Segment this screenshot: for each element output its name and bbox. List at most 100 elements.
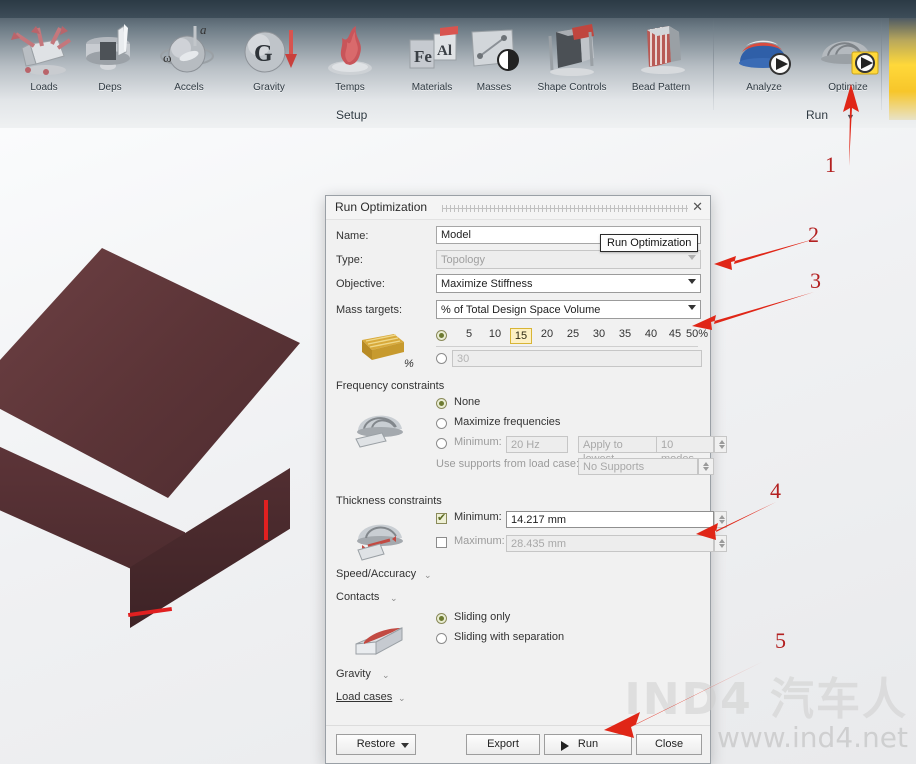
- ribbon-separator-1: [713, 18, 714, 110]
- type-field-wrap: Topology: [436, 250, 701, 269]
- restore-button[interactable]: Restore: [336, 734, 416, 755]
- block-top-face: [0, 248, 300, 498]
- objective-field-wrap: Maximize Stiffness: [436, 274, 701, 293]
- chevron-down-icon[interactable]: [401, 743, 409, 748]
- annotation-number-1: 1: [825, 152, 836, 177]
- export-button[interactable]: Export: [466, 734, 540, 755]
- radio-icon[interactable]: [436, 438, 447, 449]
- section-load-cases-label: Load cases: [336, 691, 393, 703]
- frequency-option-minimum[interactable]: Minimum: 20 Hz Apply to lowest 10 modes: [436, 435, 727, 465]
- frequency-modes-stepper[interactable]: [714, 436, 727, 453]
- frequency-option-none[interactable]: None: [436, 395, 700, 415]
- ribbon-group-label-run: Run: [806, 108, 829, 122]
- checkbox-icon[interactable]: [436, 511, 447, 524]
- objective-label: Objective:: [336, 278, 385, 290]
- gravity-icon: G: [233, 22, 305, 80]
- design-space-block[interactable]: [0, 228, 350, 628]
- acceleration-icon: a ω: [153, 22, 225, 80]
- radio-icon[interactable]: [436, 418, 447, 429]
- mass-targets-select[interactable]: % of Total Design Space Volume: [436, 300, 701, 319]
- thickness-minimum-row[interactable]: Minimum: 14.217 mm: [436, 510, 727, 534]
- frequency-minimum-label: Minimum:: [454, 436, 502, 448]
- radio-icon[interactable]: [436, 398, 447, 409]
- chevron-down-icon: [688, 279, 696, 284]
- contacts-icon: [350, 612, 412, 664]
- radio-icon[interactable]: [436, 633, 447, 644]
- ribbon-item-accels[interactable]: a ω Accels: [147, 22, 231, 93]
- frequency-option-maximize[interactable]: Maximize frequencies: [436, 415, 700, 435]
- thickness-maximum-input[interactable]: 28.435 mm: [506, 535, 714, 552]
- mass-pct-40[interactable]: 40: [640, 328, 662, 340]
- ribbon-label-accels: Accels: [174, 82, 204, 93]
- contacts-option-sliding-separation[interactable]: Sliding with separation: [436, 630, 700, 650]
- mass-pct-25[interactable]: 25: [562, 328, 584, 340]
- mass-pct-20[interactable]: 20: [536, 328, 558, 340]
- field-row-type: Type: Topology: [336, 250, 701, 272]
- dialog-title-bar[interactable]: Run Optimization ✕: [326, 196, 710, 220]
- svg-text:ω: ω: [163, 50, 172, 65]
- frequency-modes-input[interactable]: 10 modes: [656, 436, 714, 465]
- mass-custom-radio[interactable]: [436, 353, 447, 364]
- ribbon-item-analyze[interactable]: Analyze: [722, 22, 806, 93]
- mass-scale-track: [436, 346, 698, 347]
- mass-targets-label: Mass targets:: [336, 304, 403, 316]
- ribbon-item-temps[interactable]: Temps: [308, 22, 392, 93]
- contacts-option-sliding-only[interactable]: Sliding only: [436, 610, 700, 630]
- mass-custom-input[interactable]: 30: [452, 350, 702, 367]
- annotation-arrow-2: [712, 236, 818, 270]
- ribbon-item-shape-controls[interactable]: Shape Controls: [530, 22, 614, 93]
- close-icon[interactable]: ✕: [692, 199, 703, 215]
- dialog-title: Run Optimization: [335, 200, 428, 214]
- ribbon-group-label-setup: Setup: [336, 108, 368, 122]
- ribbon-item-deps[interactable]: Deps: [68, 22, 152, 93]
- thickness-section-title: Thickness constraints: [336, 495, 442, 507]
- chevron-down-icon[interactable]: ⌄: [398, 693, 406, 704]
- frequency-supports-select[interactable]: No Supports: [578, 458, 698, 475]
- frequency-option-maximize-label: Maximize frequencies: [454, 416, 561, 428]
- shape-controls-icon: [536, 22, 608, 80]
- bead-pattern-icon: [625, 22, 697, 80]
- frequency-minimum-input[interactable]: 20 Hz: [506, 436, 568, 453]
- checkbox-icon[interactable]: [436, 537, 447, 548]
- ribbon-label-gravity: Gravity: [253, 82, 285, 93]
- thickness-maximum-row[interactable]: Maximum: 28.435 mm: [436, 534, 727, 558]
- name-label: Name:: [336, 230, 369, 242]
- chevron-down-icon[interactable]: ⌄: [382, 670, 390, 681]
- dialog-drag-grip[interactable]: [442, 205, 688, 212]
- section-contacts[interactable]: Contacts ⌄: [336, 591, 700, 608]
- ribbon-item-masses[interactable]: Masses: [452, 22, 536, 93]
- mass-pct-10[interactable]: 10: [484, 328, 506, 340]
- ribbon-label-analyze: Analyze: [746, 82, 782, 93]
- section-speed-accuracy[interactable]: Speed/Accuracy ⌄: [336, 568, 700, 585]
- ribbon-label-masses: Masses: [476, 82, 512, 93]
- ribbon-label-temps: Temps: [335, 82, 365, 93]
- mass-percent-scale[interactable]: 5 10 15 20 25 30 35 40 45 50%: [436, 328, 708, 344]
- mass-pct-30[interactable]: 30: [588, 328, 610, 340]
- annotation-number-5: 5: [775, 628, 786, 653]
- radio-icon[interactable]: [436, 613, 447, 624]
- mass-pct-35[interactable]: 35: [614, 328, 636, 340]
- chevron-down-icon[interactable]: [698, 458, 714, 475]
- objective-select[interactable]: Maximize Stiffness: [436, 274, 701, 293]
- mass-pct-5[interactable]: 5: [458, 328, 480, 340]
- type-select[interactable]: Topology: [436, 250, 701, 269]
- ribbon-flyout-panel[interactable]: ◄: [889, 18, 916, 120]
- ribbon-item-bead-pattern[interactable]: Bead Pattern: [619, 22, 703, 93]
- svg-text:G: G: [254, 41, 273, 67]
- mass-targets-select-value: % of Total Design Space Volume: [441, 304, 601, 316]
- chevron-down-icon[interactable]: ⌄: [424, 570, 432, 581]
- restore-button-label: Restore: [356, 738, 396, 750]
- play-icon: [561, 741, 569, 751]
- run-button-label: Run: [577, 738, 599, 750]
- mass-pct-45[interactable]: 45: [664, 328, 686, 340]
- mass-pct-15[interactable]: 15: [510, 328, 532, 344]
- thickness-section: Minimum: 14.217 mm Maximum: 28.435 mm: [336, 510, 727, 562]
- ribbon-item-gravity[interactable]: G Gravity: [227, 22, 311, 93]
- ribbon-toolbar: Loads Deps a ω Accels G Gravity Temps Fe…: [0, 0, 916, 128]
- optimize-icon: [812, 22, 884, 80]
- thickness-minimum-input[interactable]: 14.217 mm: [506, 511, 714, 528]
- frequency-option-none-label: None: [454, 396, 481, 408]
- frequency-icon: [350, 399, 412, 451]
- chevron-down-icon[interactable]: ⌄: [390, 593, 398, 604]
- annotation-arrow-5: [600, 648, 786, 738]
